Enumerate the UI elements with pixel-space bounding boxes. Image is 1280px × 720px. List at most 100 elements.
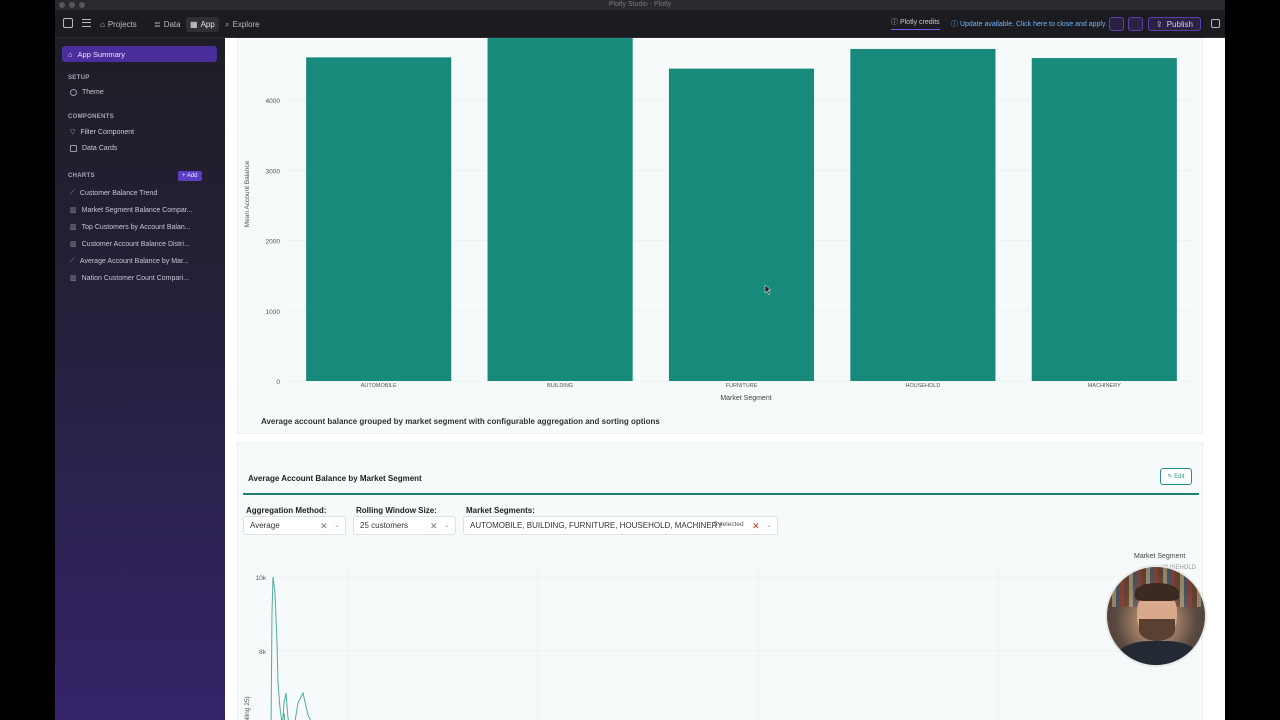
main-content: 0 1000 2000 3000 4000 Mean Account Balance AUT… xyxy=(225,38,1225,720)
sidebar-item-chart[interactable]: ▥ Nation Customer Count Compari... xyxy=(70,274,190,283)
chevron-down-icon[interactable]: ⌄ xyxy=(444,521,450,529)
sidebar-item-chart[interactable]: ▥ Customer Account Balance Distri... xyxy=(70,240,190,249)
x-axis-label: Market Segment xyxy=(720,395,771,402)
palette-icon xyxy=(70,89,77,96)
bar xyxy=(487,38,633,382)
sidebar-item-label: Theme xyxy=(82,89,104,96)
add-chart-button[interactable]: + Add xyxy=(178,171,202,181)
chevron-down-icon[interactable]: ⌄ xyxy=(334,521,340,529)
webcam-overlay xyxy=(1105,565,1207,667)
card-title: Average Account Balance by Market Segmen… xyxy=(248,474,422,483)
aggregation-select[interactable]: Average ✕ ⌄ xyxy=(243,516,346,535)
menu-icon[interactable] xyxy=(82,19,91,27)
bar-chart-icon: ▥ xyxy=(70,275,77,282)
plotly-credits-link[interactable]: ⓘ Plotly credits xyxy=(891,17,940,30)
y-tick-label: 1000 xyxy=(266,309,281,316)
edit-label: Edit xyxy=(1174,473,1185,480)
sidebar-item-label: Nation Customer Count Compari... xyxy=(81,274,190,282)
aggregation-label: Aggregation Method: xyxy=(246,506,327,515)
sidebar-item-label: Average Account Balance by Mar... xyxy=(79,257,189,265)
y-tick-label: 4000 xyxy=(266,98,281,105)
window-titlebar: Plotly Studio - Plotly xyxy=(55,0,1225,10)
sidebar-toggle-icon[interactable] xyxy=(63,18,73,28)
panel-toggle-icon[interactable] xyxy=(1211,19,1220,28)
top-toolbar: ⌂ Projects ≣ Data ▦ App ⌕ Explore ⓘ Plot… xyxy=(55,10,1225,38)
sidebar-item-chart[interactable]: ⟋ Average Account Balance by Mar... xyxy=(70,257,189,265)
sidebar-item-theme[interactable]: Theme xyxy=(70,89,104,96)
bar xyxy=(1031,58,1177,382)
sidebar-item-chart[interactable]: ▥ Top Customers by Account Balan... xyxy=(70,223,191,232)
line-chart[interactable]: 10k8k6k(Rolling 25) xyxy=(238,553,1204,720)
series-line xyxy=(282,691,312,720)
sidebar-item-data-cards[interactable]: Data Cards xyxy=(70,145,117,152)
tab-projects[interactable]: ⌂ Projects xyxy=(96,17,141,32)
clear-icon[interactable]: ✕ xyxy=(320,521,328,532)
credits-label: Plotly credits xyxy=(899,19,940,26)
tab-app-label: App xyxy=(200,20,215,29)
bar-chart-icon: ▥ xyxy=(70,224,77,231)
bar xyxy=(306,57,452,381)
x-tick-label: HOUSEHOLD xyxy=(905,383,940,389)
tab-explore[interactable]: ⌕ Explore xyxy=(221,17,264,32)
rolling-window-value: 25 customers xyxy=(360,521,409,530)
edit-button[interactable]: ✎ Edit xyxy=(1160,468,1192,485)
y-axis-label: Mean Account Balance xyxy=(244,160,251,227)
info-circle-icon: ⓘ xyxy=(951,21,958,28)
tab-data[interactable]: ≣ Data xyxy=(150,17,185,32)
sidebar: ⌂ App Summary SETUP Theme COMPONENTS ▽ F… xyxy=(55,38,225,720)
aggregation-value: Average xyxy=(250,521,280,530)
presenter-beard xyxy=(1139,619,1175,641)
home-icon: ⌂ xyxy=(68,49,73,59)
sidebar-item-label: Market Segment Balance Compar... xyxy=(81,206,193,214)
line-chart-icon: ⟋ xyxy=(70,189,75,196)
info-icon: ⓘ xyxy=(891,19,898,26)
card-icon xyxy=(70,145,77,152)
market-segments-value: AUTOMOBILE, BUILDING, FURNITURE, HOUSEHO… xyxy=(470,521,723,530)
x-tick-label: AUTOMOBILE xyxy=(361,383,397,389)
market-segments-label: Market Segments: xyxy=(466,506,535,515)
database-icon: ≣ xyxy=(154,20,161,29)
section-charts: CHARTS xyxy=(68,173,95,179)
publish-button[interactable]: ⇪ Publish xyxy=(1148,17,1201,31)
sidebar-item-label: Filter Component xyxy=(80,128,135,136)
publish-label: Publish xyxy=(1166,19,1193,29)
chevron-down-icon[interactable]: ⌄ xyxy=(766,521,772,529)
tab-app[interactable]: ▦ App xyxy=(186,17,219,32)
legend-title: Market Segment xyxy=(1134,553,1186,560)
clear-icon[interactable]: ✕ xyxy=(752,521,760,532)
rocket-icon: ⇪ xyxy=(1156,19,1163,29)
line-chart-card: Average Account Balance by Market Segmen… xyxy=(237,442,1203,720)
app-window: Plotly Studio - Plotly ⌂ Projects ≣ Data… xyxy=(55,0,1225,720)
clear-icon[interactable]: ✕ xyxy=(430,521,438,532)
tab-explore-label: Explore xyxy=(232,20,260,29)
tab-projects-label: Projects xyxy=(107,20,137,29)
sidebar-item-label: Top Customers by Account Balan... xyxy=(81,223,191,231)
app-grid-icon: ▦ xyxy=(190,20,198,29)
window-title: Plotly Studio - Plotly xyxy=(608,1,672,8)
rolling-window-select[interactable]: 25 customers ✕ ⌄ xyxy=(353,516,456,535)
chart-description: Average account balance grouped by marke… xyxy=(261,417,660,426)
sidebar-item-label: Customer Balance Trend xyxy=(79,189,158,197)
selected-count-badge: 5 selected xyxy=(714,521,744,528)
sidebar-item-app-summary[interactable]: ⌂ App Summary xyxy=(62,46,217,62)
explore-icon: ⌕ xyxy=(225,19,230,29)
series-line xyxy=(270,576,286,720)
update-notice[interactable]: ⓘ Update available. Click here to close … xyxy=(951,19,1107,29)
presenter-hair xyxy=(1135,583,1179,601)
upload-icon[interactable] xyxy=(1109,17,1124,31)
x-tick-label: FURNITURE xyxy=(726,383,758,389)
sidebar-item-chart[interactable]: ⟋ Customer Balance Trend xyxy=(70,189,157,197)
rolling-window-label: Rolling Window Size: xyxy=(356,506,437,515)
bar-chart[interactable]: 0 1000 2000 3000 4000 Mean Account Balance AUT… xyxy=(238,38,1204,414)
document-icon[interactable] xyxy=(1128,17,1143,31)
update-notice-label: Update available. Click here to close an… xyxy=(959,21,1107,28)
card-divider xyxy=(243,493,1199,495)
sidebar-item-filter-component[interactable]: ▽ Filter Component xyxy=(70,128,135,137)
y-tick-label: 3000 xyxy=(266,168,281,175)
bar-chart-card: 0 1000 2000 3000 4000 Mean Account Balance AUT… xyxy=(237,38,1203,434)
market-segments-select[interactable]: AUTOMOBILE, BUILDING, FURNITURE, HOUSEHO… xyxy=(463,516,778,535)
sidebar-item-chart[interactable]: ▥ Market Segment Balance Compar... xyxy=(70,206,193,215)
x-tick-label: MACHINERY xyxy=(1088,383,1121,389)
y-axis-label: (Rolling 25) xyxy=(244,696,251,720)
tab-data-label: Data xyxy=(163,20,181,29)
